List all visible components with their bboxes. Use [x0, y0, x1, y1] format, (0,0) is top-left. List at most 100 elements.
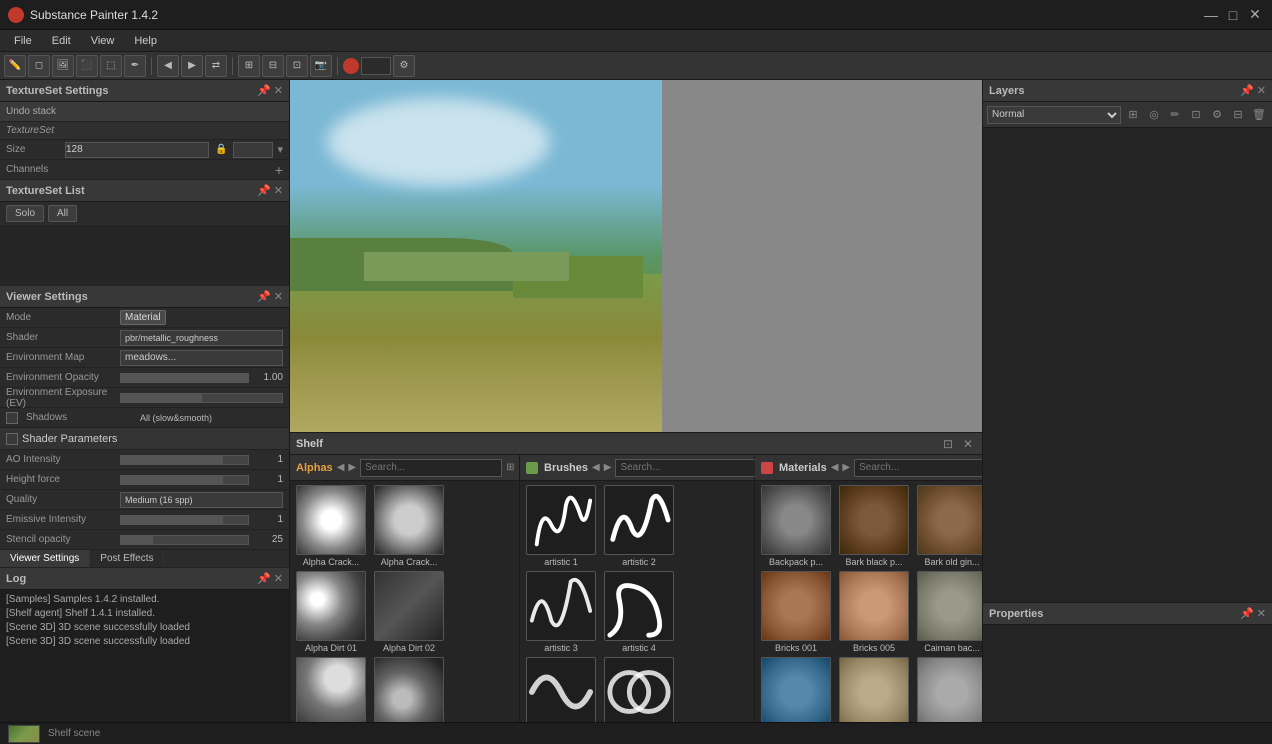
ts-solo-button[interactable]: Solo	[6, 205, 44, 222]
brush-size-input[interactable]: 8	[361, 57, 391, 75]
ts-add-channel-btn[interactable]: +	[275, 162, 283, 178]
sp-height-slider[interactable]	[120, 475, 249, 485]
shelf-item-bark-black[interactable]: Bark black p...	[837, 485, 911, 567]
properties-close-icon[interactable]: ✕	[1257, 607, 1266, 620]
tab-viewer-settings[interactable]: Viewer Settings	[0, 550, 90, 567]
close-button[interactable]: ✕	[1246, 6, 1264, 24]
vs-mode-value[interactable]: Material	[120, 310, 166, 325]
ts-size-select-1[interactable]: 1282565121024	[65, 142, 209, 158]
menu-view[interactable]: View	[81, 33, 125, 49]
layers-pin-icon[interactable]: 📌	[1240, 84, 1254, 97]
shelf-alphas-next[interactable]: ▶	[348, 461, 356, 475]
shelf-item-artistic-5[interactable]: artistic 5	[524, 657, 598, 722]
tool-extra[interactable]: ⊟	[262, 55, 284, 77]
shelf-item-alpha-dirt-03[interactable]: Alpha Dirt 03	[294, 657, 368, 722]
layers-close-icon[interactable]: ✕	[1257, 84, 1266, 97]
ts-size-input-2[interactable]: 128	[233, 142, 273, 158]
shelf-brushes-prev[interactable]: ◀	[592, 461, 600, 475]
tool-mask[interactable]: ⬛	[76, 55, 98, 77]
env-exposure-slider[interactable]	[120, 393, 283, 403]
layer-duplicate-btn[interactable]: ⊟	[1229, 106, 1247, 124]
layer-delete-btn[interactable]: 🗑	[1250, 106, 1268, 124]
shelf-item-cardboard[interactable]: Cardboard 0...	[837, 657, 911, 722]
menu-help[interactable]: Help	[124, 33, 167, 49]
sp-quality-value[interactable]: Medium (16 spp)	[120, 492, 283, 508]
tool-grid[interactable]: ⊞	[238, 55, 260, 77]
shelf-brushes-search[interactable]	[615, 459, 757, 477]
shelf-item-cap[interactable]: Cap	[759, 657, 833, 722]
shelf-item-artistic-6[interactable]: artistic 6	[602, 657, 676, 722]
env-opacity-slider[interactable]	[120, 373, 249, 383]
tool-select[interactable]: ⬚	[100, 55, 122, 77]
properties-pin-icon[interactable]: 📌	[1240, 607, 1254, 620]
tool-next[interactable]: ▶	[181, 55, 203, 77]
brush-settings[interactable]: ⚙	[393, 55, 415, 77]
ts-all-button[interactable]: All	[48, 205, 77, 222]
layer-new-paint-btn[interactable]: ◎	[1145, 106, 1163, 124]
caiman-thumb	[917, 571, 982, 641]
tool-viewport[interactable]: ⊡	[286, 55, 308, 77]
log-pin-icon[interactable]: 📌	[257, 572, 271, 585]
vs-envmap-value[interactable]: meadows...	[120, 350, 283, 366]
vs-shadows-checkbox[interactable]	[6, 412, 18, 424]
menu-file[interactable]: File	[4, 33, 42, 49]
layer-new-fill-btn[interactable]: ⊞	[1124, 106, 1142, 124]
panel-pin-icon-3[interactable]: 📌	[257, 290, 271, 303]
shelf-item-alpha-dirt-02[interactable]: Alpha Dirt 02	[372, 571, 446, 653]
backpack-label: Backpack p...	[769, 557, 823, 567]
ts-lock-icon[interactable]: 🔒	[215, 144, 227, 155]
shelf-item-artistic-1[interactable]: artistic 1	[524, 485, 598, 567]
sp-check[interactable]	[6, 433, 18, 445]
layer-new-btn[interactable]: ✏	[1166, 106, 1184, 124]
brush-mode[interactable]	[343, 58, 359, 74]
shelf-item-artistic-3[interactable]: artistic 3	[524, 571, 598, 653]
tool-pen[interactable]: ✒	[124, 55, 146, 77]
layer-effect-btn[interactable]: ⚙	[1208, 106, 1226, 124]
shelf-item-artistic-2[interactable]: artistic 2	[602, 485, 676, 567]
shelf-materials-search[interactable]	[854, 459, 982, 477]
panel-close-icon[interactable]: ✕	[274, 84, 283, 97]
shelf-brushes-next[interactable]: ▶	[604, 461, 612, 475]
shelf-item-alpha-dirt-01[interactable]: Alpha Dirt 01	[294, 571, 368, 653]
sp-emissive-slider[interactable]	[120, 515, 249, 525]
shelf-item-alpha-dirt-04[interactable]: Alpha Dirt 04	[372, 657, 446, 722]
menu-edit[interactable]: Edit	[42, 33, 81, 49]
viewport-2d[interactable]	[662, 80, 982, 432]
shelf-item-alpha-crack-2[interactable]: Alpha Crack...	[372, 485, 446, 567]
shelf-item-bark-old[interactable]: Bark old gin...	[915, 485, 982, 567]
shelf-item-bricks-001[interactable]: Bricks 001	[759, 571, 833, 653]
shelf-item-bricks-005[interactable]: Bricks 005	[837, 571, 911, 653]
minimize-button[interactable]: —	[1202, 6, 1220, 24]
tool-camera[interactable]: 📷	[310, 55, 332, 77]
tool-erase[interactable]: ◻	[28, 55, 50, 77]
layer-group-btn[interactable]: ⊡	[1187, 106, 1205, 124]
tool-prev[interactable]: ◀	[157, 55, 179, 77]
maximize-button[interactable]: □	[1224, 6, 1242, 24]
shelf-item-artistic-4[interactable]: artistic 4	[602, 571, 676, 653]
panel-close-icon-2[interactable]: ✕	[274, 184, 283, 197]
panel-pin-icon-2[interactable]: 📌	[257, 184, 271, 197]
shelf-close-btn[interactable]: ✕	[960, 436, 976, 452]
panel-pin-icon[interactable]: 📌	[257, 84, 271, 97]
layers-blend-dropdown[interactable]: Normal	[987, 106, 1121, 124]
sp-stencil-slider[interactable]	[120, 535, 249, 545]
shelf-materials-next[interactable]: ▶	[842, 461, 850, 475]
shelf-alphas-prev[interactable]: ◀	[337, 461, 345, 475]
shelf-item-concrete[interactable]: Concrete 002	[915, 657, 982, 722]
sp-ao-slider[interactable]	[120, 455, 249, 465]
panel-close-icon-3[interactable]: ✕	[274, 290, 283, 303]
vs-shader-value[interactable]: pbr/metallic_roughness	[120, 330, 283, 346]
shelf-alphas-grid[interactable]: ⊞	[506, 461, 514, 475]
shelf-expand-btn[interactable]: ⊡	[940, 436, 956, 452]
tool-image[interactable]: 🖼	[52, 55, 74, 77]
shelf-item-caiman[interactable]: Caiman bac...	[915, 571, 982, 653]
shelf-item-backpack[interactable]: Backpack p...	[759, 485, 833, 567]
tool-paint[interactable]: ✏️	[4, 55, 26, 77]
viewport-3d[interactable]	[290, 80, 662, 432]
tool-flip[interactable]: ⇄	[205, 55, 227, 77]
shelf-item-alpha-crack-1[interactable]: Alpha Crack...	[294, 485, 368, 567]
shelf-alphas-search[interactable]	[360, 459, 502, 477]
log-close-icon[interactable]: ✕	[274, 572, 283, 585]
shelf-materials-prev[interactable]: ◀	[831, 461, 839, 475]
tab-post-effects[interactable]: Post Effects	[90, 550, 164, 567]
